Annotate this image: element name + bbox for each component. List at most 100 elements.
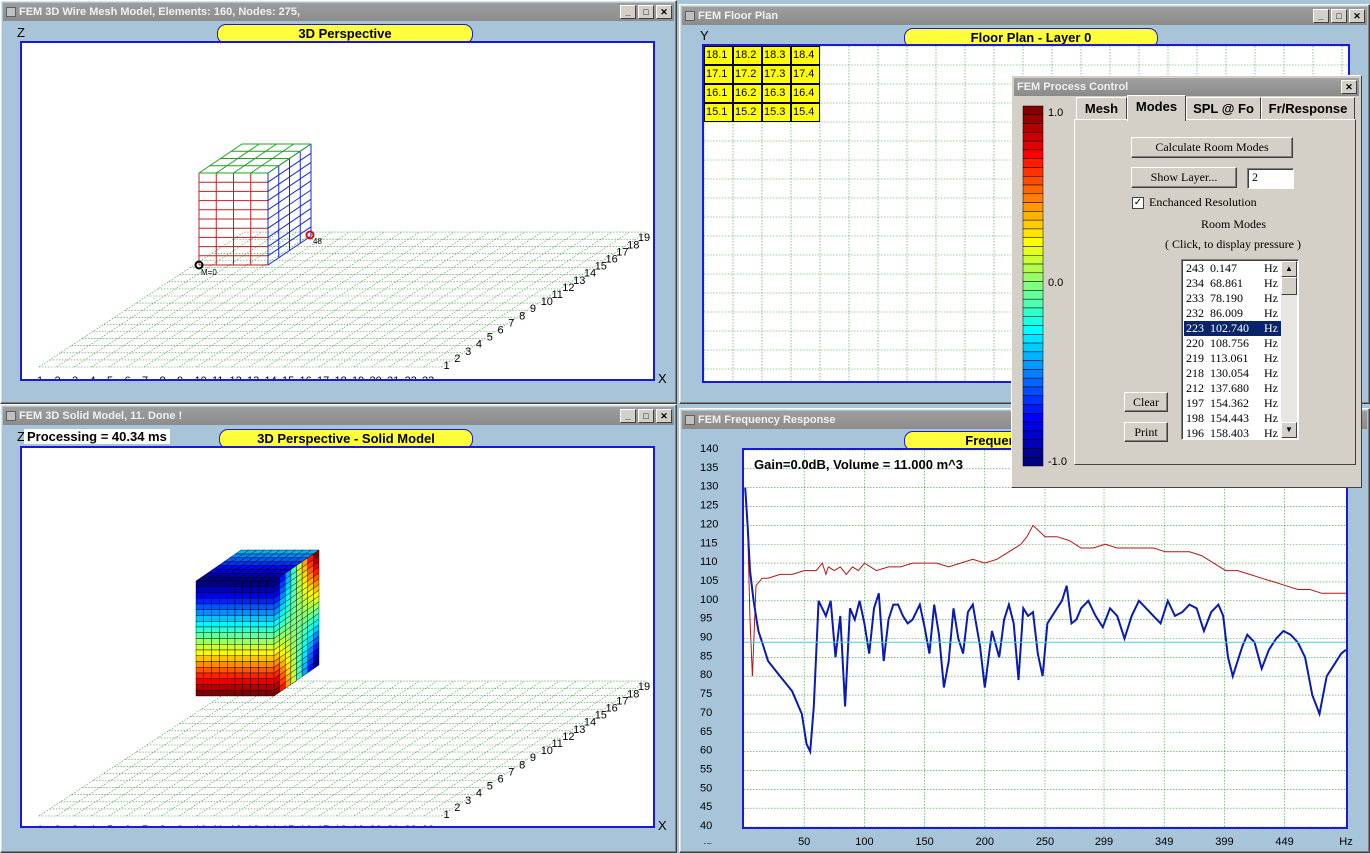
maximize-button[interactable]: □: [1331, 9, 1347, 23]
axis-x-label: X: [658, 818, 667, 833]
room-mode-item[interactable]: 243 0.147 Hz: [1184, 261, 1283, 276]
y-axis-tick-label: 7: [508, 766, 514, 778]
tab-fr-response[interactable]: Fr/Response: [1261, 97, 1355, 119]
floor-plan-titlebar[interactable]: FEM Floor Plan _ □ ✕: [682, 7, 1367, 25]
mode-unit: Hz: [1264, 366, 1278, 380]
room-mode-item[interactable]: 220 108.756 Hz: [1184, 336, 1283, 351]
scroll-up-arrow-icon[interactable]: ▲: [1281, 261, 1297, 277]
mode-unit: Hz: [1264, 381, 1278, 395]
clear-button[interactable]: Clear: [1124, 392, 1168, 412]
room-mode-item[interactable]: 219 113.061 Hz: [1184, 351, 1283, 366]
room-mode-item[interactable]: 198 154.443 Hz: [1184, 411, 1283, 426]
floor-cell[interactable]: 16.4: [791, 84, 820, 103]
minimize-button[interactable]: _: [620, 409, 636, 423]
x-tick-label: 250: [1036, 836, 1054, 848]
tab-spl-fo[interactable]: SPL @ Fo: [1186, 97, 1261, 119]
maximize-button[interactable]: □: [638, 5, 654, 19]
wire-mesh-canvas[interactable]: 1234567891011121314151617181920212223 12…: [20, 41, 655, 387]
room-mode-item[interactable]: 232 86.009 Hz: [1184, 306, 1283, 321]
tab-modes[interactable]: Modes: [1127, 95, 1186, 121]
frequency-response-svg: Gain=0.0dB, Volume = 11.000 m^3: [744, 449, 1347, 828]
process-control-titlebar[interactable]: FEM Process Control ✕: [1014, 78, 1359, 96]
floor-cell[interactable]: 18.1: [704, 46, 733, 65]
y-axis-tick-label: 8: [519, 759, 525, 771]
floor-cell[interactable]: 18.2: [733, 46, 762, 65]
floor-cell[interactable]: 15.3: [762, 103, 791, 122]
y-axis-tick-label: 19: [638, 681, 650, 693]
y-tick-label: 65: [700, 726, 712, 738]
x-tick-label: 100: [855, 836, 873, 848]
y-tick-label: 55: [700, 763, 712, 775]
x-tick-label: 349: [1155, 836, 1173, 848]
mode-id: 212: [1186, 381, 1204, 395]
floor-cell[interactable]: 15.4: [791, 103, 820, 122]
x-axis-tick-label: 20: [370, 375, 382, 379]
floor-cell[interactable]: 16.2: [733, 84, 762, 103]
x-axis-tick-label: 23: [422, 375, 434, 379]
solid-model-window[interactable]: FEM 3D Solid Model, 11. Done ! _ □ ✕ Z 3…: [0, 404, 677, 853]
calculate-room-modes-button[interactable]: Calculate Room Modes: [1131, 137, 1293, 158]
minimize-button[interactable]: _: [620, 5, 636, 19]
x-axis-tick-label: 10: [195, 375, 207, 379]
wire-mesh-titlebar[interactable]: FEM 3D Wire Mesh Model, Elements: 160, N…: [3, 3, 674, 21]
y-axis-tick-label: 3: [465, 346, 471, 358]
close-button[interactable]: ✕: [656, 5, 672, 19]
y-tick-label: 80: [700, 669, 712, 681]
frequency-response-chart[interactable]: Gain=0.0dB, Volume = 11.000 m^3: [742, 448, 1348, 829]
room-modes-list[interactable]: 243 0.147 Hz 234 68.861 Hz 233 78.190 Hz 232 86.00…: [1181, 259, 1299, 440]
solid-model-titlebar[interactable]: FEM 3D Solid Model, 11. Done ! _ □ ✕: [3, 407, 674, 425]
enhanced-resolution-checkbox[interactable]: ✓: [1132, 197, 1144, 209]
mode-frequency: 78.190: [1210, 291, 1243, 305]
room-mode-item[interactable]: 223 102.740 Hz: [1184, 321, 1283, 336]
y-axis-tick-label: 11: [552, 738, 563, 750]
origin-node-label: M=0: [201, 268, 217, 277]
dialog-close-button[interactable]: ✕: [1341, 80, 1357, 94]
floor-cell[interactable]: 17.3: [762, 65, 791, 84]
floor-cell[interactable]: 18.3: [762, 46, 791, 65]
list-scrollbar[interactable]: ▲ ▼: [1281, 261, 1297, 438]
mode-frequency: 68.861: [1210, 276, 1243, 290]
scroll-thumb[interactable]: [1281, 277, 1297, 295]
y-axis-ticks: 4045505560657075808590951001051101151201…: [700, 443, 718, 844]
y-axis-tick-label: 8: [519, 310, 525, 322]
y-axis-tick-label: 2: [454, 802, 460, 814]
mode-id: 218: [1186, 366, 1204, 380]
room-mode-item[interactable]: 212 137.680 Hz: [1184, 381, 1283, 396]
y-tick-label: 135: [700, 462, 718, 474]
mode-unit: Hz: [1264, 321, 1278, 335]
room-mode-item[interactable]: 234 68.861 Hz: [1184, 276, 1283, 291]
app-icon: [685, 11, 695, 21]
floor-cell[interactable]: 16.1: [704, 84, 733, 103]
room-mode-item[interactable]: 196 158.403 Hz: [1184, 426, 1283, 440]
floor-cell[interactable]: 16.3: [762, 84, 791, 103]
close-button[interactable]: ✕: [1349, 9, 1365, 23]
layer-number-field[interactable]: 2: [1247, 168, 1294, 189]
wire-mesh-window[interactable]: FEM 3D Wire Mesh Model, Elements: 160, N…: [0, 0, 677, 404]
app-icon: [6, 7, 16, 17]
scroll-down-arrow-icon[interactable]: ▼: [1281, 422, 1297, 438]
x-axis-tick-label: 16: [300, 824, 312, 826]
show-layer-button[interactable]: Show Layer...: [1131, 167, 1237, 188]
floor-cell[interactable]: 17.2: [733, 65, 762, 84]
room-mode-item[interactable]: 218 130.054 Hz: [1184, 366, 1283, 381]
room-mode-item[interactable]: 197 154.362 Hz: [1184, 396, 1283, 411]
close-button[interactable]: ✕: [656, 409, 672, 423]
mode-frequency: 113.061: [1210, 351, 1249, 365]
mode-unit: Hz: [1264, 426, 1278, 440]
mode-frequency: 158.403: [1210, 426, 1249, 440]
y-tick-label: 125: [700, 500, 718, 512]
floor-cell[interactable]: 18.4: [791, 46, 820, 65]
floor-cell[interactable]: 15.2: [733, 103, 762, 122]
room-mode-item[interactable]: 233 78.190 Hz: [1184, 291, 1283, 306]
y-tick-label: 45: [700, 801, 712, 813]
print-button[interactable]: Print: [1124, 422, 1168, 442]
solid-model-canvas[interactable]: 1234567891011121314151617181920212223 12…: [20, 446, 655, 836]
floor-cell[interactable]: 17.4: [791, 65, 820, 84]
axis-x-label: X: [658, 371, 667, 386]
minimize-button[interactable]: _: [1313, 9, 1329, 23]
maximize-button[interactable]: □: [638, 409, 654, 423]
tab-mesh[interactable]: Mesh: [1076, 97, 1127, 119]
x-axis-tick-label: 22: [405, 824, 417, 826]
floor-cell[interactable]: 15.1: [704, 103, 733, 122]
floor-cell[interactable]: 17.1: [704, 65, 733, 84]
